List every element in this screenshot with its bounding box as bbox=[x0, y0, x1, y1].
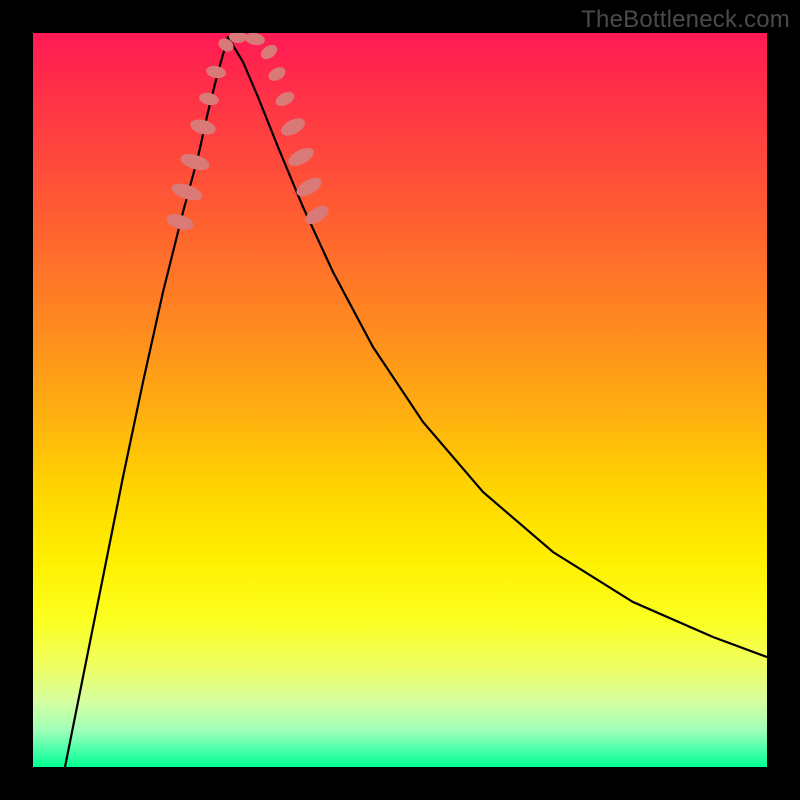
watermark-text: TheBottleneck.com bbox=[581, 6, 790, 34]
data-bead bbox=[273, 89, 296, 109]
curve-left-branch bbox=[65, 37, 228, 767]
curve-overlay bbox=[33, 33, 767, 767]
data-bead bbox=[165, 211, 196, 233]
data-bead bbox=[266, 64, 288, 83]
data-bead bbox=[244, 33, 266, 47]
curve-right-branch bbox=[228, 37, 767, 657]
data-bead bbox=[285, 144, 316, 170]
chart-frame bbox=[33, 33, 767, 767]
bead-cluster bbox=[165, 33, 332, 233]
data-bead bbox=[189, 117, 218, 137]
data-bead bbox=[198, 91, 220, 107]
data-bead bbox=[205, 64, 227, 79]
data-bead bbox=[278, 115, 308, 139]
data-bead bbox=[258, 42, 280, 62]
